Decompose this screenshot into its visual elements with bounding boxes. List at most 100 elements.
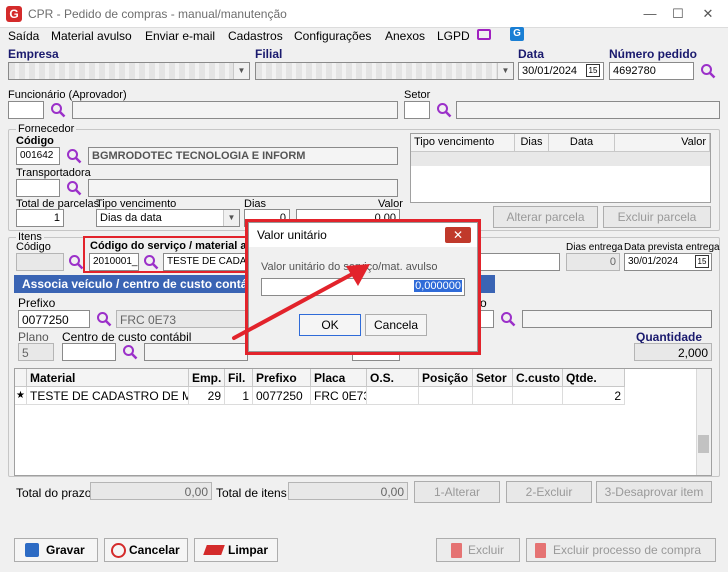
g-help-icon[interactable]: G bbox=[510, 27, 524, 41]
dias-entrega-input[interactable]: 0 bbox=[566, 253, 620, 271]
excluir-item-button[interactable]: 2-Excluir bbox=[506, 481, 592, 503]
search-icon[interactable] bbox=[68, 254, 84, 270]
minimize-icon[interactable]: — bbox=[640, 4, 660, 24]
alterar-item-button[interactable]: 1-Alterar bbox=[414, 481, 500, 503]
funcionario-label: Funcionário (Aprovador) bbox=[8, 89, 127, 101]
excluir-processo-button[interactable]: Excluir processo de compra bbox=[526, 538, 716, 562]
grid-header-data: Data bbox=[549, 134, 615, 152]
row-emp: 29 bbox=[189, 387, 225, 405]
plano-input[interactable]: 5 bbox=[18, 343, 54, 361]
search-icon[interactable] bbox=[66, 148, 82, 164]
filial-select[interactable]: ▼ bbox=[255, 62, 514, 80]
fornecedor-nome-field: BGMRODOTEC TECNOLOGIA E INFORM bbox=[88, 147, 398, 165]
centro-custo-input[interactable] bbox=[62, 343, 116, 361]
parcelas-row bbox=[411, 152, 710, 166]
fornecedor-codigo-label: Código bbox=[16, 135, 54, 147]
os-desc-field bbox=[522, 310, 712, 328]
menu-anexos[interactable]: Anexos bbox=[385, 29, 425, 43]
calendar-icon[interactable]: 15 bbox=[695, 255, 709, 268]
grid-header-qtde: Qtde. bbox=[563, 369, 625, 387]
setor-label: Setor bbox=[404, 89, 431, 101]
os-input[interactable] bbox=[478, 310, 494, 328]
search-icon[interactable] bbox=[700, 63, 716, 79]
dias-entrega-label: Dias entrega bbox=[566, 242, 623, 253]
chevron-down-icon: ▼ bbox=[233, 63, 249, 79]
row-prefixo: 0077250 bbox=[253, 387, 311, 405]
chevron-down-icon: ▼ bbox=[497, 63, 513, 79]
grid-header-os: O.S. bbox=[367, 369, 419, 387]
scrollbar-thumb[interactable] bbox=[698, 435, 709, 453]
empresa-select[interactable]: ▼ bbox=[8, 62, 250, 80]
close-icon[interactable]: ✕ bbox=[698, 4, 718, 24]
funcionario-code-input[interactable] bbox=[8, 101, 44, 119]
menu-material-avulso[interactable]: Material avulso bbox=[51, 29, 132, 43]
search-icon[interactable] bbox=[500, 311, 516, 327]
total-itens-field: 0,00 bbox=[288, 482, 408, 500]
gravar-button[interactable]: Gravar bbox=[14, 538, 98, 562]
search-icon[interactable] bbox=[96, 311, 112, 327]
total-parcelas-input[interactable]: 1 bbox=[16, 209, 64, 227]
grid-scrollbar[interactable] bbox=[696, 369, 711, 475]
search-icon[interactable] bbox=[143, 254, 159, 270]
setor-code-input[interactable] bbox=[404, 101, 430, 119]
transportadora-nome-field bbox=[88, 179, 398, 197]
row-setor bbox=[473, 387, 513, 405]
numero-pedido-value: 4692780 bbox=[613, 65, 656, 77]
centro-custo-label: Centro de custo contábil bbox=[62, 330, 192, 344]
menu-enviar-email[interactable]: Enviar e-mail bbox=[145, 29, 215, 43]
os-label: o bbox=[480, 296, 487, 310]
quantidade-input[interactable]: 2,000 bbox=[634, 343, 712, 361]
grid-header-dias: Dias bbox=[515, 134, 549, 152]
grid-header-tipo-vencimento: Tipo vencimento bbox=[411, 134, 515, 152]
menu-lgpd[interactable]: LGPD bbox=[437, 29, 470, 43]
transportadora-input[interactable] bbox=[16, 179, 60, 197]
grid-header-fil: Fil. bbox=[225, 369, 253, 387]
row-posicao bbox=[419, 387, 473, 405]
fornecedor-codigo-input[interactable]: 001642 bbox=[16, 147, 60, 165]
prefixo-input[interactable]: 0077250 bbox=[18, 310, 90, 328]
eraser-icon bbox=[203, 545, 225, 555]
empresa-label: Empresa bbox=[8, 47, 59, 61]
dialog-close-button[interactable]: ✕ bbox=[445, 227, 471, 243]
grid-header-emp: Emp. bbox=[189, 369, 225, 387]
menu-saida[interactable]: Saída bbox=[8, 29, 39, 43]
search-icon[interactable] bbox=[50, 102, 66, 118]
excluir-processo-label: Excluir processo de compra bbox=[553, 543, 702, 557]
row-marker-icon: ★ bbox=[15, 387, 27, 405]
excluir-parcela-button[interactable]: Excluir parcela bbox=[603, 206, 711, 228]
chevron-down-icon: ▼ bbox=[223, 210, 239, 226]
menu-configuracoes[interactable]: Configurações bbox=[294, 29, 371, 43]
tipo-vencimento-select[interactable]: Dias da data ▼ bbox=[96, 209, 240, 227]
limpar-label: Limpar bbox=[228, 543, 269, 557]
desaprovar-item-button[interactable]: 3-Desaprovar item bbox=[596, 481, 712, 503]
save-icon bbox=[25, 543, 39, 557]
excluir-label: Excluir bbox=[468, 543, 505, 557]
servico-code-input[interactable]: 2010001_ bbox=[89, 253, 139, 271]
search-icon[interactable] bbox=[122, 344, 138, 360]
search-icon[interactable] bbox=[436, 102, 452, 118]
transportadora-label: Transportadora bbox=[16, 167, 91, 179]
limpar-button[interactable]: Limpar bbox=[194, 538, 278, 562]
numero-pedido-field[interactable]: 4692780 bbox=[609, 62, 694, 80]
prefixo-label: Prefixo bbox=[18, 296, 56, 310]
gravar-label: Gravar bbox=[46, 543, 85, 557]
cancelar-label: Cancelar bbox=[129, 543, 180, 557]
row-os bbox=[367, 387, 419, 405]
search-icon[interactable] bbox=[66, 180, 82, 196]
maximize-icon[interactable]: ☐ bbox=[668, 4, 688, 24]
cancelar-button[interactable]: Cancelar bbox=[104, 538, 188, 562]
menu-cadastros[interactable]: Cadastros bbox=[228, 29, 283, 43]
fornecedor-codigo-value: 001642 bbox=[20, 150, 54, 161]
grid-header-placa: Placa bbox=[311, 369, 367, 387]
grid-header-prefixo: Prefixo bbox=[253, 369, 311, 387]
grid-header-marker bbox=[15, 369, 27, 387]
annotation-arrow-icon bbox=[232, 264, 370, 340]
data-prevista-label: Data prevista entrega bbox=[624, 242, 720, 253]
itens-codigo-input[interactable] bbox=[16, 253, 64, 271]
calendar-icon[interactable]: 15 bbox=[586, 64, 600, 77]
excluir-button[interactable]: Excluir bbox=[436, 538, 520, 562]
grid-header-valor: Valor bbox=[615, 134, 710, 152]
alterar-parcela-button[interactable]: Alterar parcela bbox=[493, 206, 598, 228]
monitor-icon[interactable] bbox=[477, 29, 491, 40]
grid-header-material: Material bbox=[27, 369, 189, 387]
